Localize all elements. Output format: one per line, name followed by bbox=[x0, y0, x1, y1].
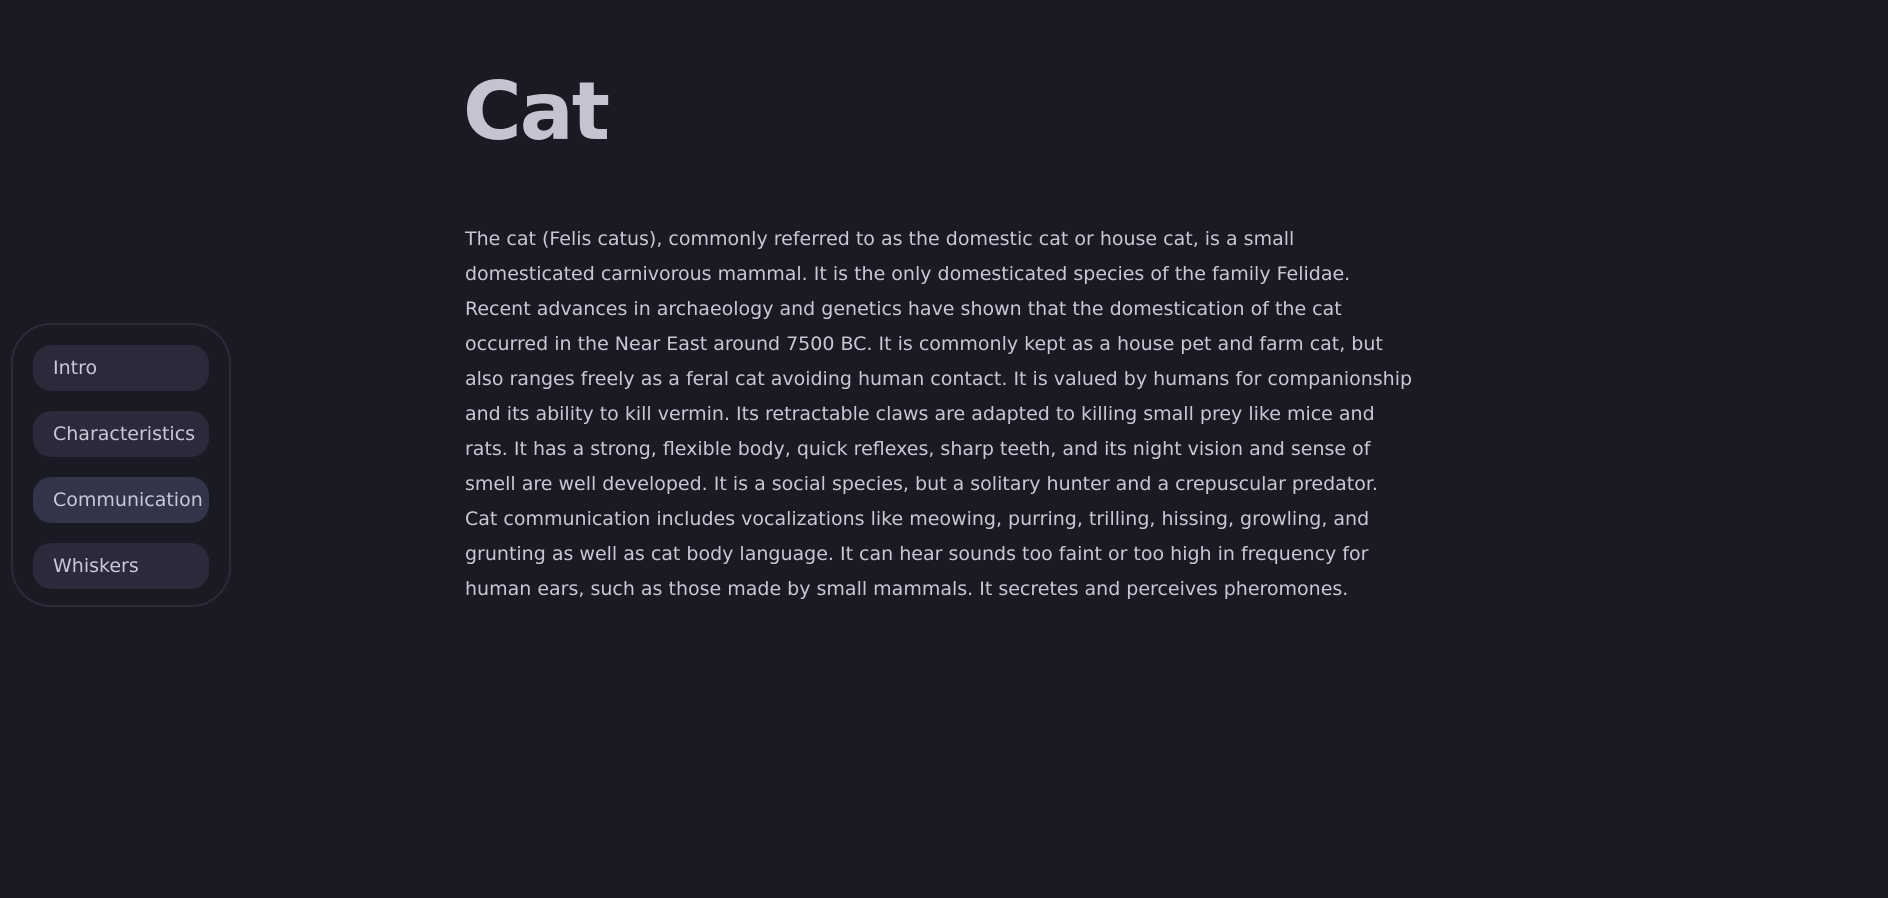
page: Intro Characteristics Communication Whis… bbox=[0, 0, 1888, 898]
nav-item-intro[interactable]: Intro bbox=[33, 345, 209, 391]
page-title: Cat bbox=[463, 65, 610, 158]
nav-item-characteristics[interactable]: Characteristics bbox=[33, 411, 209, 457]
nav-item-whiskers[interactable]: Whiskers bbox=[33, 543, 209, 589]
section-nav: Intro Characteristics Communication Whis… bbox=[11, 323, 231, 607]
article-body: The cat (Felis catus), commonly referred… bbox=[465, 228, 1413, 600]
nav-item-communication[interactable]: Communication bbox=[33, 477, 209, 523]
